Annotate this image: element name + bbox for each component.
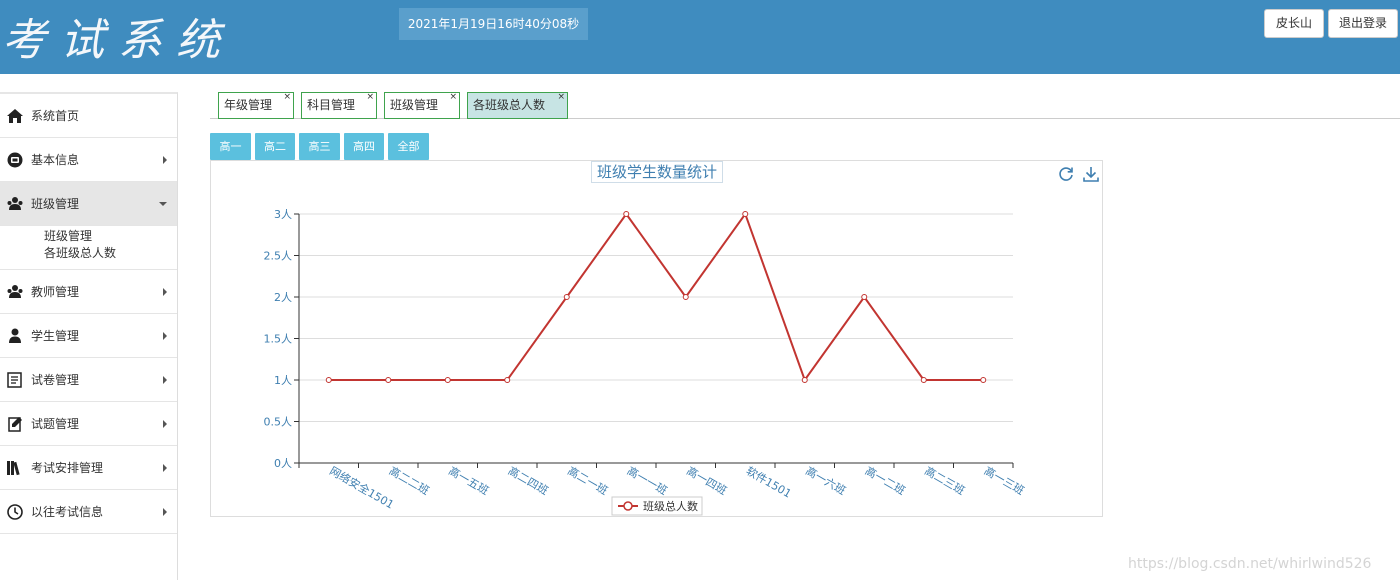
sidebar-item-label: 考试安排管理 [31,461,104,475]
chevron-right-icon [163,155,167,164]
books-icon [6,459,24,477]
sidebar-item-label: 教师管理 [31,285,80,299]
close-icon[interactable]: × [557,85,565,110]
sidebar-item-label: 学生管理 [31,329,80,343]
tab-label: 各班级总人数 [473,98,546,112]
chevron-right-icon [163,375,167,384]
sidebar-item-teacher-management[interactable]: 教师管理 [0,270,177,314]
download-icon[interactable] [1082,165,1100,183]
clock-icon [6,503,24,521]
sidebar-item-label: 以往考试信息 [31,505,104,519]
grade-button-1[interactable]: 高一 [210,133,251,160]
sidebar-item-class-management[interactable]: 班级管理 [0,182,177,226]
refresh-icon[interactable] [1057,165,1075,183]
sidebar-item-home[interactable]: 系统首页 [0,94,177,138]
chart-title: 班级学生数量统计 [591,161,723,183]
tab-label: 年级管理 [224,98,273,112]
grade-button-all[interactable]: 全部 [388,133,429,160]
sidebar-item-basic-info[interactable]: 基本信息 [0,138,177,182]
user-button[interactable]: 皮长山 [1264,9,1324,38]
close-icon[interactable]: × [449,85,457,110]
chart-panel [210,160,1103,517]
question-icon [6,415,24,433]
chevron-right-icon [163,419,167,428]
sidebar-item-label: 试卷管理 [31,373,80,387]
tab-bar: 年级管理 × 科目管理 × 班级管理 × 各班级总人数 × [210,92,1400,119]
current-datetime: 2021年1月19日16时40分08秒 [399,8,588,40]
watermark: https://blog.csdn.net/whirlwind526 [1128,556,1372,572]
tab-class-management[interactable]: 班级管理 × [384,92,460,119]
chevron-down-icon [159,201,167,206]
grade-button-3[interactable]: 高三 [299,133,340,160]
chevron-right-icon [163,331,167,340]
close-icon[interactable]: × [283,85,291,110]
sidebar-item-label: 系统首页 [31,109,80,123]
chevron-right-icon [163,287,167,296]
app-logo: 考试系统 [2,15,234,66]
submenu-item-class-management[interactable]: 班级管理 [44,228,177,245]
sidebar-item-question-management[interactable]: 试题管理 [0,402,177,446]
chevron-right-icon [163,463,167,472]
sidebar-item-label: 基本信息 [31,153,80,167]
info-icon [6,151,24,169]
teacher-icon [6,283,24,301]
submenu-item-class-totals[interactable]: 各班级总人数 [44,245,177,262]
tab-subject-management[interactable]: 科目管理 × [301,92,377,119]
class-icon [6,195,24,213]
grade-button-4[interactable]: 高四 [344,133,384,160]
student-icon [6,327,24,345]
tab-label: 科目管理 [307,98,356,112]
top-header: 考试系统 2021年1月19日16时40分08秒 皮长山 退出登录 [0,0,1400,74]
sidebar-submenu: 班级管理 各班级总人数 [0,226,177,270]
home-icon [6,107,24,125]
chevron-right-icon [163,507,167,516]
sidebar-item-student-management[interactable]: 学生管理 [0,314,177,358]
sidebar-item-paper-management[interactable]: 试卷管理 [0,358,177,402]
paper-icon [6,371,24,389]
tab-grade-management[interactable]: 年级管理 × [218,92,294,119]
sidebar-item-label: 试题管理 [31,417,80,431]
sidebar: 系统首页 基本信息 班级管理 班级管理 各班级总人数 教师管理 学生管理 试卷管… [0,92,178,580]
logout-button[interactable]: 退出登录 [1328,9,1398,38]
tab-label: 班级管理 [390,98,439,112]
grade-button-2[interactable]: 高二 [255,133,295,160]
sidebar-item-exam-schedule[interactable]: 考试安排管理 [0,446,177,490]
sidebar-item-past-exams[interactable]: 以往考试信息 [0,490,177,534]
close-icon[interactable]: × [366,85,374,110]
sidebar-item-label: 班级管理 [31,197,80,211]
tab-class-totals[interactable]: 各班级总人数 × [467,92,568,119]
